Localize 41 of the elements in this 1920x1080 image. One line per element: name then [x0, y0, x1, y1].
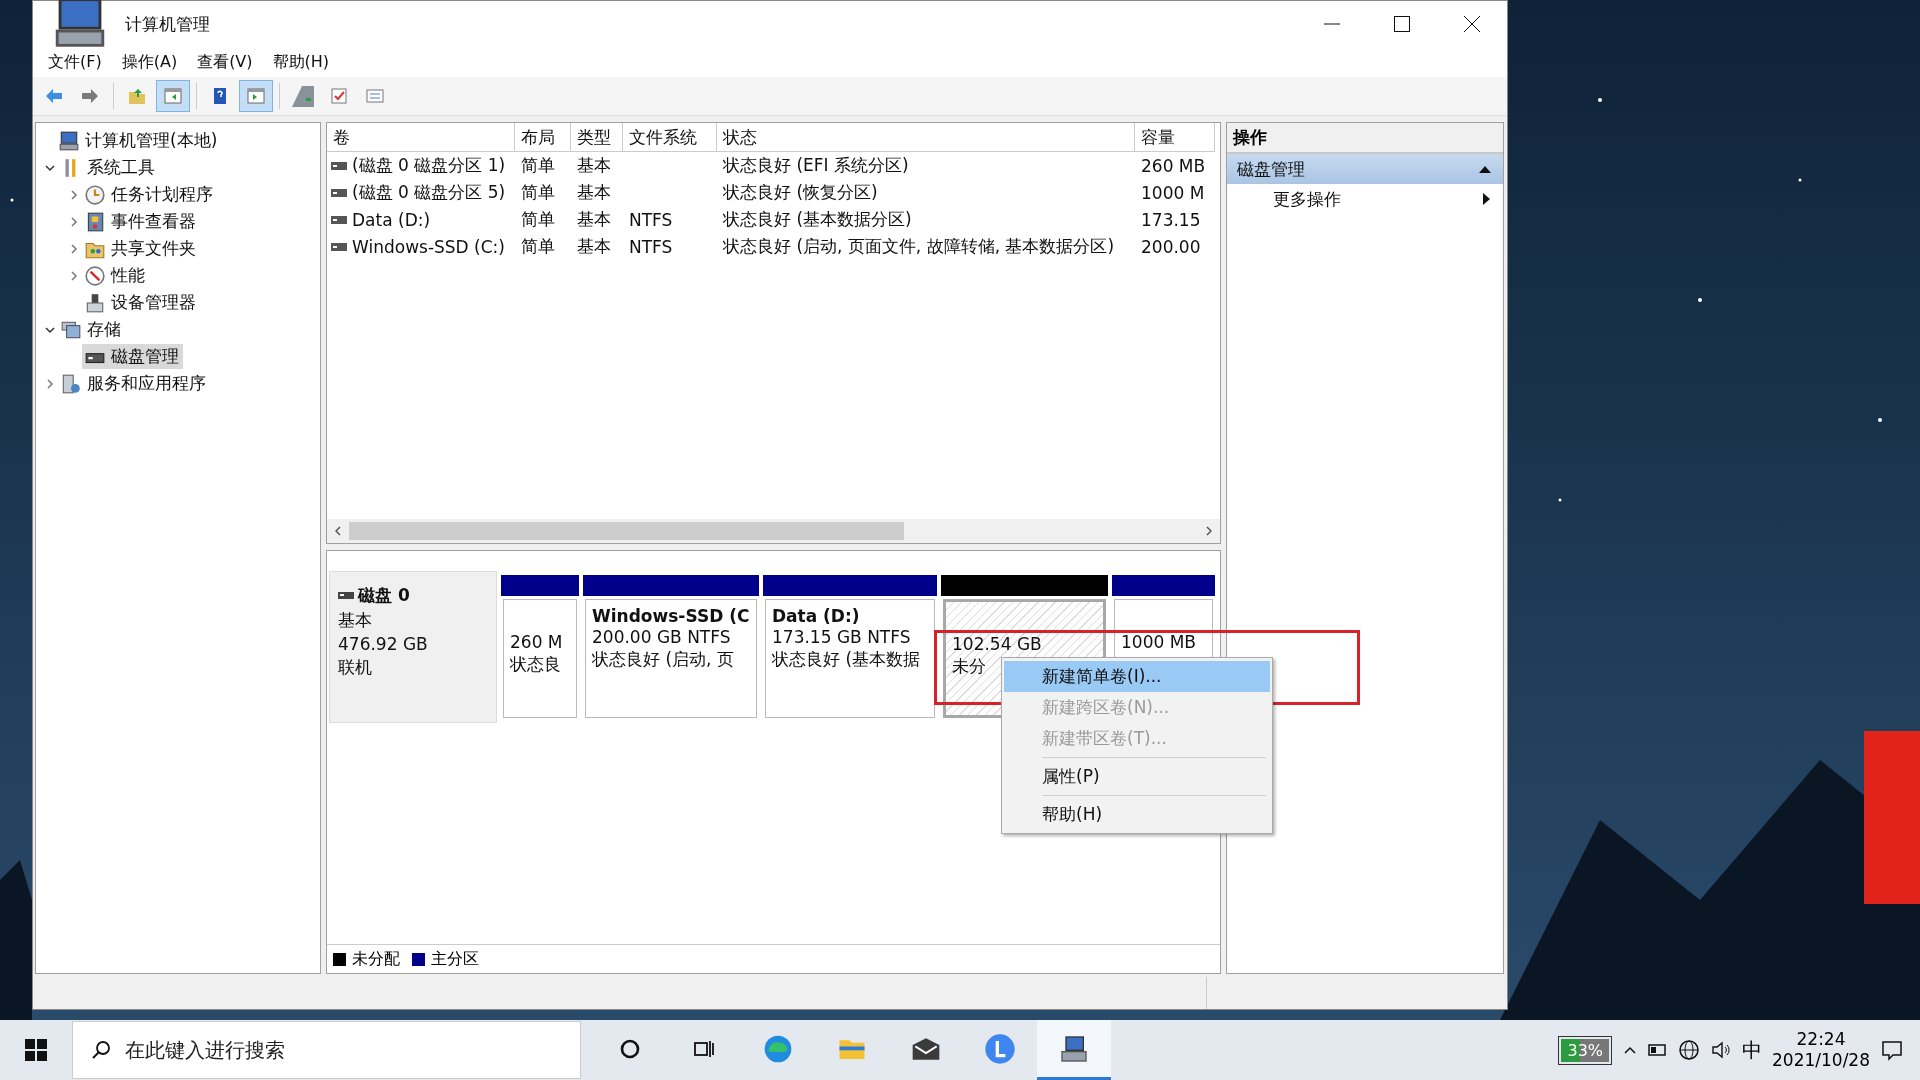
- partition-title: Data (D:): [772, 606, 860, 626]
- partition-info: 未分: [952, 655, 986, 678]
- table-cell: 基本: [577, 235, 611, 258]
- disk-name: 磁盘 0: [358, 584, 410, 607]
- table-cell: 状态良好 (启动, 页面文件, 故障转储, 基本数据分区): [723, 235, 1115, 258]
- table-cell: 简单: [521, 208, 555, 231]
- partition-info: 200.00 GB NTFS: [592, 627, 731, 647]
- table-cell: 260 MB: [1141, 155, 1206, 176]
- partition-info: 状态良好 (基本数据: [772, 648, 921, 671]
- table-cell: 简单: [521, 181, 555, 204]
- table-cell: 1000 M: [1141, 182, 1205, 203]
- table-cell: 200.00: [1141, 236, 1201, 257]
- table-cell: Windows-SSD (C:): [352, 236, 505, 257]
- partition-info: 状态良: [510, 653, 561, 676]
- table-cell: (磁盘 0 磁盘分区 1): [352, 154, 506, 177]
- legend-label: 主分区: [431, 948, 479, 970]
- table-cell: NTFS: [629, 209, 673, 230]
- table-cell: Data (D:): [352, 209, 431, 230]
- partition-info: 260 M: [510, 632, 563, 652]
- table-cell: NTFS: [629, 236, 673, 257]
- table-cell: 基本: [577, 154, 611, 177]
- partition-info: 173.15 GB NTFS: [772, 627, 911, 647]
- disk-size: 476.92 GB: [338, 634, 429, 654]
- table-cell: 基本: [577, 181, 611, 204]
- window-title: 计算机管理: [125, 12, 211, 36]
- legend-label: 未分配: [352, 948, 400, 970]
- table-cell: 状态良好 (基本数据分区): [723, 208, 912, 231]
- table-cell: (磁盘 0 磁盘分区 5): [352, 181, 506, 204]
- disk-status: 联机: [338, 656, 373, 679]
- table-cell: 基本: [577, 208, 611, 231]
- partition-info: 102.54 GB: [952, 634, 1042, 654]
- disk-type: 基本: [338, 609, 373, 632]
- partition-info: 1000 MB: [1121, 632, 1196, 652]
- table-cell: 简单: [521, 154, 555, 177]
- table-cell: 状态良好 (恢复分区): [723, 181, 878, 204]
- partition-title: Windows-SSD (C: [592, 606, 750, 626]
- table-cell: 简单: [521, 235, 555, 258]
- panel-title: 操作: [1233, 126, 1267, 149]
- partition-info: 状态良好 (启动, 页: [592, 648, 734, 671]
- table-cell: 状态良好 (EFI 系统分区): [723, 154, 909, 177]
- table-cell: 173.15: [1141, 209, 1201, 230]
